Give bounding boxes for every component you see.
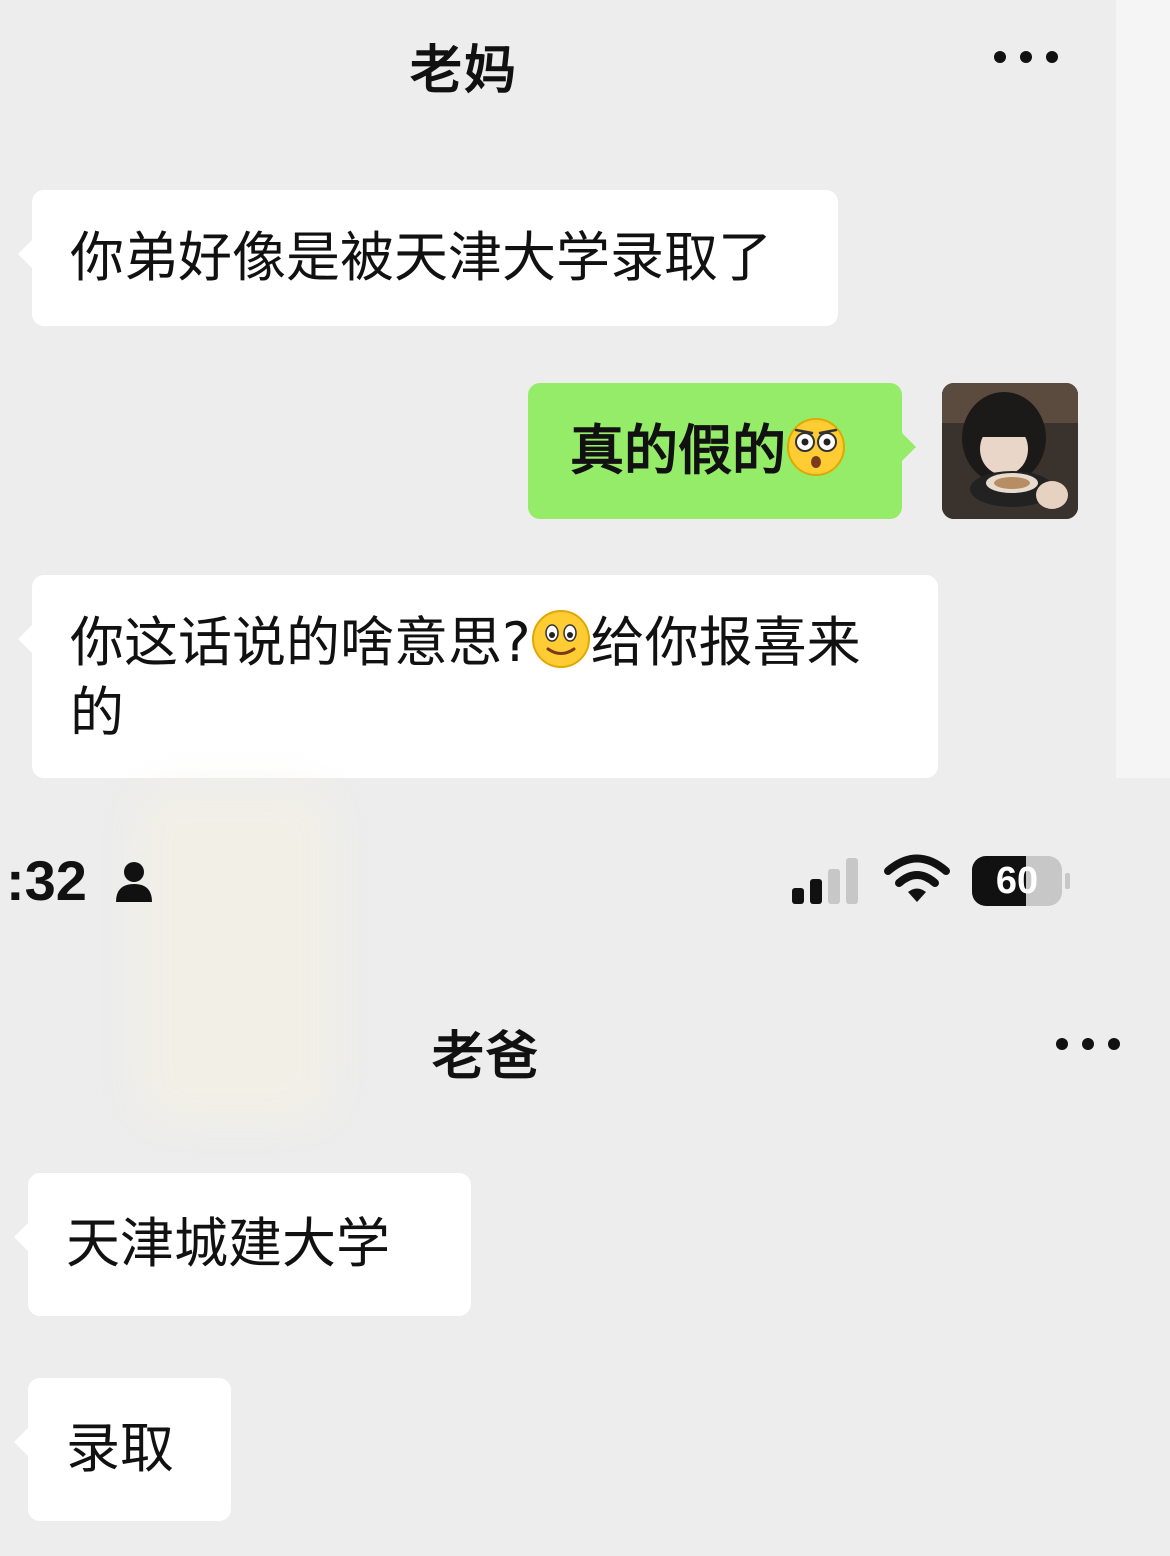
chat-title: 老爸 xyxy=(432,1027,541,1087)
person-icon xyxy=(116,862,152,902)
avatar-photo xyxy=(942,383,1078,519)
message-text: 你弟好像是被天津大学录取了 xyxy=(70,226,772,289)
side-strip xyxy=(1116,0,1170,778)
message-text: 天津城建大学 xyxy=(66,1212,390,1275)
wifi-icon xyxy=(884,854,950,902)
flushed-face-emoji xyxy=(787,418,845,476)
signal-icon xyxy=(792,858,858,904)
mom-chat-panel: 老妈 你弟好像是被天津大学录取了 真的假的 你这话说的啥意思? 给你报喜来的 xyxy=(0,0,1116,778)
smiling-face-emoji xyxy=(531,610,590,668)
dad-chat-panel: 老爸 天津城建大学 录取 xyxy=(0,930,1170,1556)
message-text: 录取 xyxy=(66,1417,174,1480)
message-text: 你这话说的啥意思? xyxy=(70,611,531,674)
more-options-icon[interactable] xyxy=(1056,1034,1120,1054)
chat-title: 老妈 xyxy=(410,41,519,101)
message-bubble-incoming[interactable]: 天津城建大学 xyxy=(14,1173,471,1316)
message-bubble-incoming[interactable]: 录取 xyxy=(14,1378,231,1521)
battery-level: 60 xyxy=(995,860,1039,902)
more-options-icon[interactable] xyxy=(994,47,1058,67)
message-bubble-incoming[interactable]: 你这话说的啥意思? 给你报喜来的 xyxy=(18,575,938,778)
message-bubble-outgoing[interactable]: 真的假的 xyxy=(528,383,916,519)
message-text: 真的假的 xyxy=(570,419,786,482)
status-bar: :32 60 xyxy=(0,830,1170,930)
battery-icon: 60 xyxy=(972,856,1072,906)
status-time: :32 xyxy=(6,849,87,912)
avatar[interactable] xyxy=(942,383,1078,519)
message-bubble-incoming[interactable]: 你弟好像是被天津大学录取了 xyxy=(18,190,838,326)
